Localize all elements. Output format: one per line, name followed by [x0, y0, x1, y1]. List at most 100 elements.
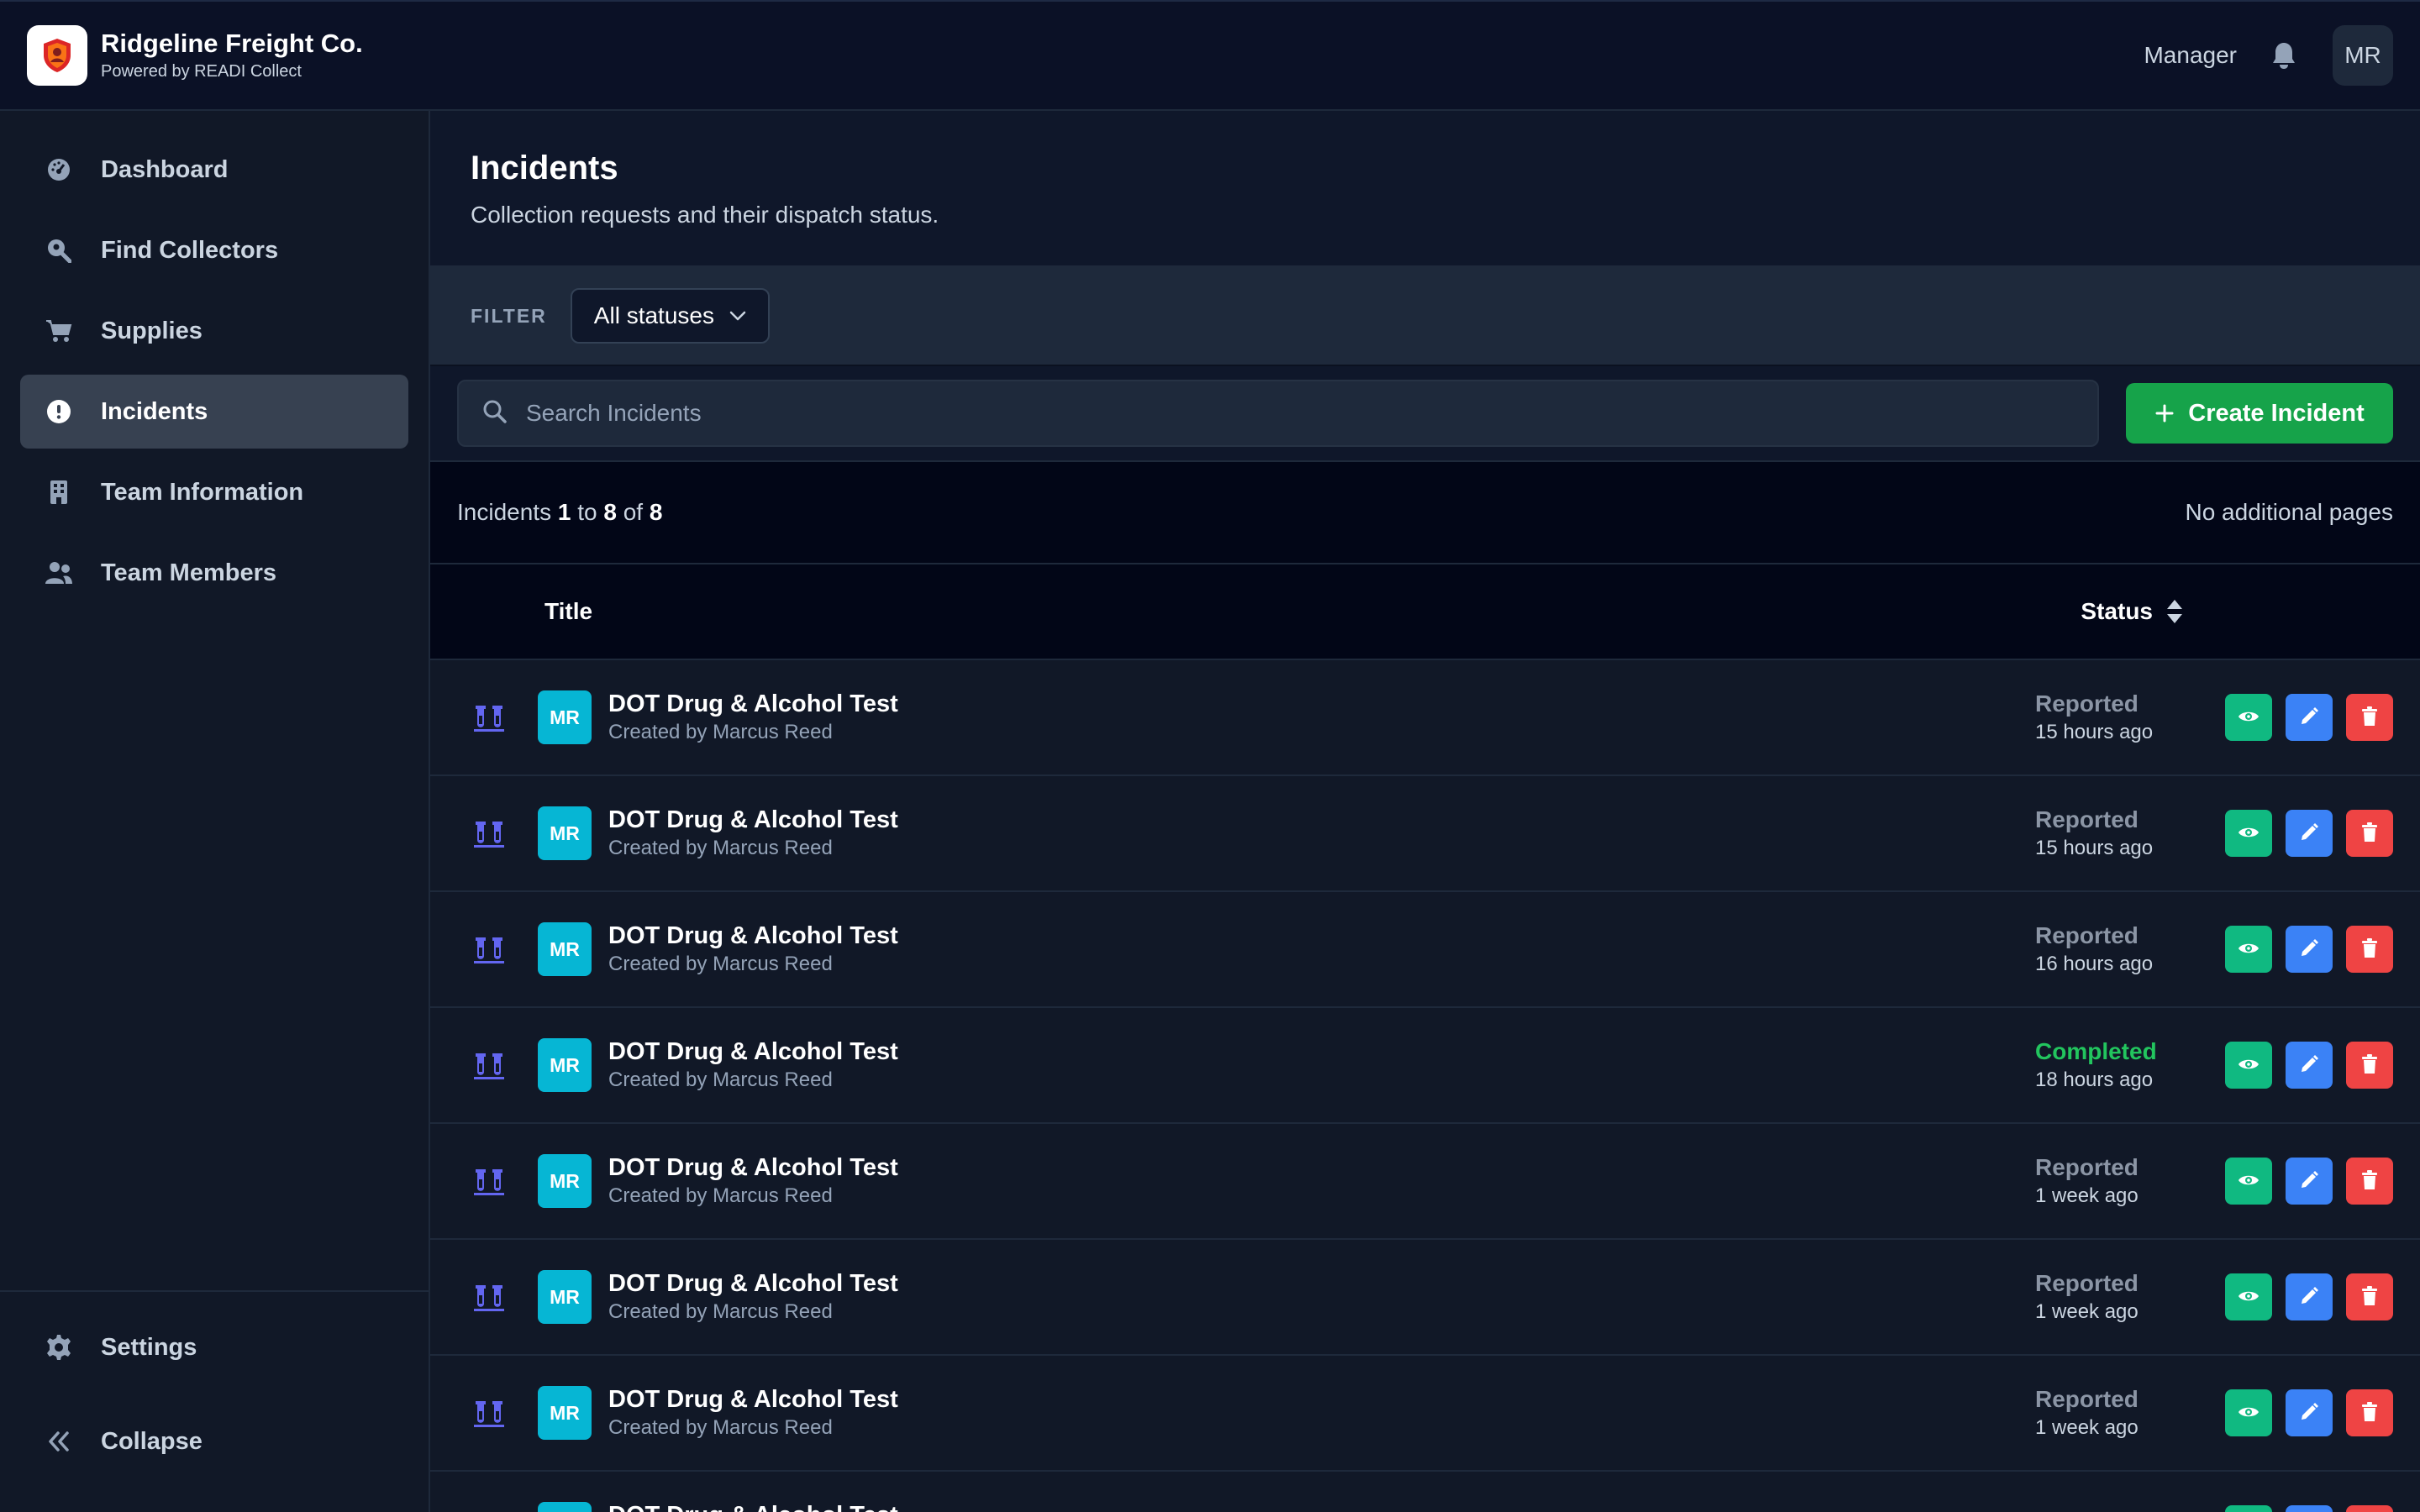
page-header: Incidents Collection requests and their … [430, 111, 2420, 267]
count-from: 1 [557, 499, 571, 525]
incident-status: Reported 1 week ago [2035, 1268, 2212, 1326]
edit-button[interactable] [2286, 1158, 2333, 1205]
page-title: Incidents [471, 150, 618, 186]
chevron-down-icon [729, 311, 746, 321]
pencil-icon [2300, 938, 2318, 960]
brand-subtitle: Powered by READI Collect [101, 62, 302, 81]
sidebar-item-team-information[interactable]: Team Information [20, 455, 408, 529]
table-row[interactable]: MR DOT Drug & Alcohol Test Created by Ma… [430, 1356, 2420, 1472]
status-badge: Reported [2035, 690, 2139, 717]
sidebar-item-team-members[interactable]: Team Members [20, 536, 408, 610]
app-root: Ridgeline Freight Co. Powered by READI C… [0, 0, 2420, 1512]
incident-title[interactable]: DOT Drug & Alcohol Test [608, 689, 898, 719]
search-input[interactable] [526, 400, 2074, 427]
incident-list: MR DOT Drug & Alcohol Test Created by Ma… [430, 660, 2420, 1512]
incident-title[interactable]: DOT Drug & Alcohol Test [608, 921, 898, 951]
edit-button[interactable] [2286, 1273, 2333, 1320]
column-header-status[interactable]: Status [2081, 598, 2183, 625]
company-logo[interactable] [27, 25, 87, 86]
edit-button[interactable] [2286, 1042, 2333, 1089]
search-box[interactable] [457, 380, 2099, 447]
delete-button[interactable] [2346, 1158, 2393, 1205]
row-actions [2212, 694, 2393, 741]
status-filter-value: All statuses [593, 302, 714, 328]
creator-avatar: MR [538, 1038, 592, 1092]
creator-avatar: MR [538, 1270, 592, 1324]
delete-button[interactable] [2346, 926, 2393, 973]
incident-title[interactable]: DOT Drug & Alcohol Test [608, 1268, 898, 1299]
incident-creator: Created by Marcus Reed [608, 1416, 833, 1439]
table-row[interactable]: MR DOT Drug & Alcohol Test Created by Ma… [430, 1124, 2420, 1240]
user-avatar[interactable]: MR [2333, 25, 2393, 86]
view-button[interactable] [2225, 810, 2272, 857]
status-timestamp: 15 hours ago [2035, 721, 2154, 743]
test-tubes-icon [471, 1163, 508, 1200]
table-row[interactable]: MR DOT Drug & Alcohol Test Created by Ma… [430, 776, 2420, 892]
test-tubes-icon [471, 1394, 508, 1431]
create-incident-button[interactable]: Create Incident [2126, 383, 2393, 444]
delete-button[interactable] [2346, 1389, 2393, 1436]
incident-title[interactable]: DOT Drug & Alcohol Test [608, 805, 898, 835]
edit-button[interactable] [2286, 810, 2333, 857]
view-button[interactable] [2225, 1042, 2272, 1089]
sidebar-collapse-button[interactable]: Collapse [20, 1404, 408, 1478]
view-button[interactable] [2225, 926, 2272, 973]
plus-icon [2154, 403, 2175, 423]
status-filter-select[interactable]: All statuses [570, 288, 770, 344]
incident-title[interactable]: DOT Drug & Alcohol Test [608, 1037, 898, 1067]
view-button[interactable] [2225, 1389, 2272, 1436]
sidebar-item-incidents[interactable]: Incidents [20, 375, 408, 449]
count-to-word: to [577, 499, 597, 525]
trash-icon [2361, 937, 2378, 961]
table-row[interactable]: MR DOT Drug & Alcohol Test Created by Ma… [430, 1240, 2420, 1356]
pagination-note: No additional pages [2185, 499, 2393, 525]
pencil-icon [2300, 1402, 2318, 1424]
row-actions [2212, 1389, 2393, 1436]
edit-button[interactable] [2286, 694, 2333, 741]
incident-title[interactable]: DOT Drug & Alcohol Test [608, 1152, 898, 1183]
view-button[interactable] [2225, 1273, 2272, 1320]
role-switcher[interactable]: Manager [2144, 42, 2237, 69]
dashboard-icon [44, 155, 74, 185]
edit-button[interactable] [2286, 926, 2333, 973]
bell-icon[interactable] [2269, 40, 2299, 71]
incident-creator: Created by Marcus Reed [608, 837, 833, 859]
status-timestamp: 18 hours ago [2035, 1068, 2154, 1091]
test-tubes-icon [471, 1047, 508, 1084]
edit-button[interactable] [2286, 1505, 2333, 1512]
sidebar-item-settings[interactable]: Settings [20, 1310, 408, 1384]
test-tubes-icon [471, 931, 508, 968]
incident-title[interactable]: DOT Drug & Alcohol Test [608, 1500, 898, 1512]
eye-icon [2238, 825, 2260, 843]
delete-button[interactable] [2346, 810, 2393, 857]
table-row[interactable]: MR DOT Drug & Alcohol Test Created by Ma… [430, 892, 2420, 1008]
edit-button[interactable] [2286, 1389, 2333, 1436]
row-text: DOT Drug & Alcohol Test Created by Marcu… [608, 1384, 898, 1441]
view-button[interactable] [2225, 1505, 2272, 1512]
creator-avatar: MR [538, 1502, 592, 1512]
sidebar-item-find-collectors[interactable]: Find Collectors [20, 213, 408, 287]
delete-button[interactable] [2346, 1042, 2393, 1089]
view-button[interactable] [2225, 1158, 2272, 1205]
filter-bar: FILTER All statuses [430, 267, 2420, 366]
status-badge: Reported [2035, 806, 2139, 832]
table-row[interactable]: MR DOT Drug & Alcohol Test Created by Ma… [430, 1472, 2420, 1512]
sidebar-item-label: Find Collectors [101, 236, 279, 264]
incident-status: Reported 1 week ago [2035, 1384, 2212, 1441]
table-row[interactable]: MR DOT Drug & Alcohol Test Created by Ma… [430, 1008, 2420, 1124]
brand: Ridgeline Freight Co. Powered by READI C… [101, 28, 363, 83]
delete-button[interactable] [2346, 1273, 2393, 1320]
incident-title[interactable]: DOT Drug & Alcohol Test [608, 1384, 898, 1415]
view-button[interactable] [2225, 694, 2272, 741]
incident-creator: Created by Marcus Reed [608, 1068, 833, 1091]
status-timestamp: 1 week ago [2035, 1300, 2139, 1323]
sidebar-item-dashboard[interactable]: Dashboard [20, 133, 408, 207]
trash-icon [2361, 1169, 2378, 1193]
sidebar-footer: Settings Collapse [0, 1290, 429, 1512]
status-badge: Reported [2035, 1386, 2139, 1412]
delete-button[interactable] [2346, 694, 2393, 741]
table-row[interactable]: MR DOT Drug & Alcohol Test Created by Ma… [430, 660, 2420, 776]
count-to: 8 [603, 499, 617, 525]
delete-button[interactable] [2346, 1505, 2393, 1512]
sidebar-item-supplies[interactable]: Supplies [20, 294, 408, 368]
